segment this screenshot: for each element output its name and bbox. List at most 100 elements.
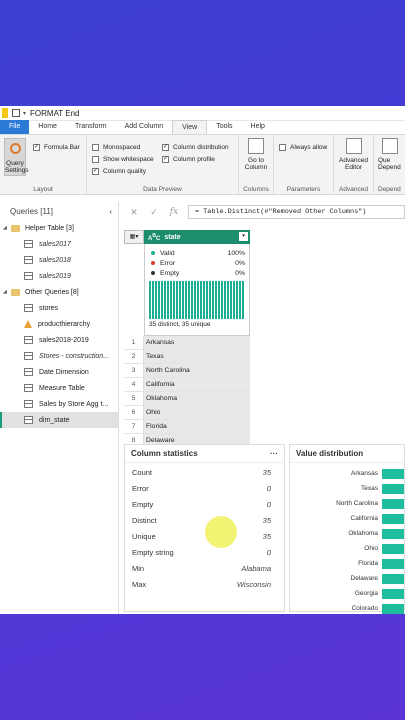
query-item[interactable]: Sales by Store Agg t... [0, 396, 118, 412]
query-item[interactable]: sales2017 [0, 236, 118, 252]
go-to-column-button[interactable]: Go to Column [239, 135, 273, 171]
tab-view[interactable]: View [172, 120, 208, 134]
query-label: Sales by Store Agg t... [39, 400, 109, 408]
distribution-label: Colorado [351, 605, 378, 612]
value-distribution-header: Value distribution [290, 445, 404, 463]
collapse-pane-icon[interactable]: ‹ [109, 207, 112, 216]
query-label: Date Dimension [39, 368, 89, 376]
ribbon-tabs: File Home Transform Add Column View Tool… [0, 120, 405, 135]
stat-value: 35 [262, 516, 271, 525]
monospaced-checkbox[interactable]: Monospaced [92, 141, 154, 153]
stat-label: Error [132, 484, 149, 493]
distribution-row[interactable]: Florida [290, 556, 404, 571]
distribution-label: Oklahoma [348, 530, 378, 537]
advanced-group: Advanced Editor Advanced [334, 135, 374, 195]
title-bar: ▾ FORMAT End [0, 106, 405, 121]
error-label: Error [160, 259, 176, 267]
cell-value: Florida [144, 420, 250, 433]
more-options-icon[interactable]: ··· [270, 449, 278, 458]
formula-bar-checkbox[interactable]: ✓ Formula Bar [33, 141, 80, 153]
text-type-icon[interactable]: ABC [148, 233, 160, 242]
stat-row: Empty string 0 [125, 545, 284, 561]
query-item-selected[interactable]: dim_state [0, 412, 118, 428]
table-row[interactable]: 6 Ohio [124, 406, 250, 420]
empty-value: 0% [235, 269, 245, 277]
query-group-other[interactable]: ◢ Other Queries [8] [0, 284, 118, 300]
query-item[interactable]: sales2018-2019 [0, 332, 118, 348]
query-dependencies-button[interactable]: Que Depend [374, 135, 405, 171]
distribution-bar [382, 543, 404, 554]
tab-transform[interactable]: Transform [66, 120, 116, 134]
table-row[interactable]: 1 Arkansas [124, 336, 250, 350]
query-item[interactable]: Date Dimension [0, 364, 118, 380]
tab-tools[interactable]: Tools [207, 120, 241, 134]
advanced-editor-button[interactable]: Advanced Editor [334, 135, 373, 171]
columns-group: Go to Column Columns [239, 135, 274, 195]
stat-value: 0 [266, 548, 271, 557]
distribution-row[interactable]: Texas [290, 481, 404, 496]
query-settings-button[interactable]: Query Settings [4, 138, 29, 176]
stat-row: Empty 0 [125, 497, 284, 513]
stat-value: Wisconsin [236, 580, 271, 589]
show-whitespace-checkbox[interactable]: Show whitespace [92, 153, 154, 165]
distribution-row[interactable]: Delaware [290, 571, 404, 586]
distribution-row[interactable]: Arkansas [290, 466, 404, 481]
distribution-row[interactable]: Ohio [290, 541, 404, 556]
column-statistics-header: Column statistics ··· [125, 445, 284, 463]
query-item[interactable]: sales2019 [0, 268, 118, 284]
table-row[interactable]: 7 Florida [124, 420, 250, 434]
distribution-row[interactable]: California [290, 511, 404, 526]
query-group-label: Helper Table [3] [25, 224, 74, 232]
table-icon [24, 240, 33, 248]
save-icon[interactable] [12, 109, 20, 117]
column-profile-checkbox[interactable]: ✓ Column profile [162, 153, 229, 165]
tab-help[interactable]: Help [242, 120, 274, 134]
filter-dropdown-icon[interactable]: ▾ [239, 232, 248, 241]
stat-value: 35 [262, 468, 271, 477]
distribution-row[interactable]: North Carolina [290, 496, 404, 511]
function-icon[interactable]: fx [164, 207, 184, 217]
cancel-icon[interactable]: ✕ [124, 207, 144, 218]
distribution-row[interactable]: Oklahoma [290, 526, 404, 541]
query-label: sales2018 [39, 256, 71, 264]
tab-home[interactable]: Home [29, 120, 66, 134]
distinct-summary: 35 distinct, 35 unique [149, 321, 211, 328]
column-distribution-checkbox[interactable]: ✓ Column distribution [162, 141, 229, 153]
tab-add-column[interactable]: Add Column [116, 120, 173, 134]
always-allow-checkbox[interactable]: Always allow [279, 141, 327, 153]
table-icon [24, 272, 33, 280]
table-row[interactable]: 4 California [124, 378, 250, 392]
table-row[interactable]: 2 Texas [124, 350, 250, 364]
column-quality-checkbox[interactable]: ✓ Column quality [92, 165, 154, 177]
column-header-state[interactable]: ABC state ▾ [144, 230, 250, 244]
table-row[interactable]: 3 North Carolina [124, 364, 250, 378]
query-item[interactable]: stores [0, 300, 118, 316]
stat-row: Error 0 [125, 481, 284, 497]
confirm-icon[interactable]: ✓ [144, 207, 164, 218]
query-item[interactable]: sales2018 [0, 252, 118, 268]
formula-input[interactable]: = Table.Distinct(#"Removed Other Columns… [188, 205, 405, 219]
tab-file[interactable]: File [0, 120, 30, 134]
checkbox-checked-icon: ✓ [162, 155, 169, 163]
distribution-label: Florida [358, 560, 378, 567]
table-menu-icon[interactable]: ▦▾ [124, 230, 144, 244]
table-row[interactable]: 5 Oklahoma [124, 392, 250, 406]
stat-label: Min [132, 564, 145, 573]
quality-valid: Valid 100% [149, 248, 245, 258]
checkbox-checked-icon: ✓ [33, 143, 40, 151]
query-label: Stores - construction... [39, 352, 110, 360]
query-item[interactable]: producthierarchy [0, 316, 118, 332]
table-icon [24, 384, 33, 392]
distribution-bar [382, 528, 404, 539]
advanced-group-label: Advanced [339, 186, 368, 193]
distribution-row[interactable]: Colorado [290, 601, 404, 616]
distribution-row[interactable]: Georgia [290, 586, 404, 601]
stat-row: Count 35 [125, 465, 284, 481]
distribution-label: Arkansas [350, 470, 378, 477]
quality-error: Error 0% [149, 258, 245, 268]
quality-empty: Empty 0% [149, 268, 245, 278]
query-item[interactable]: Measure Table [0, 380, 118, 396]
query-group-helper[interactable]: ◢ Helper Table [3] [0, 220, 118, 236]
query-item[interactable]: Stores - construction... [0, 348, 118, 364]
quick-access-dropdown-icon[interactable]: ▾ [23, 110, 26, 117]
